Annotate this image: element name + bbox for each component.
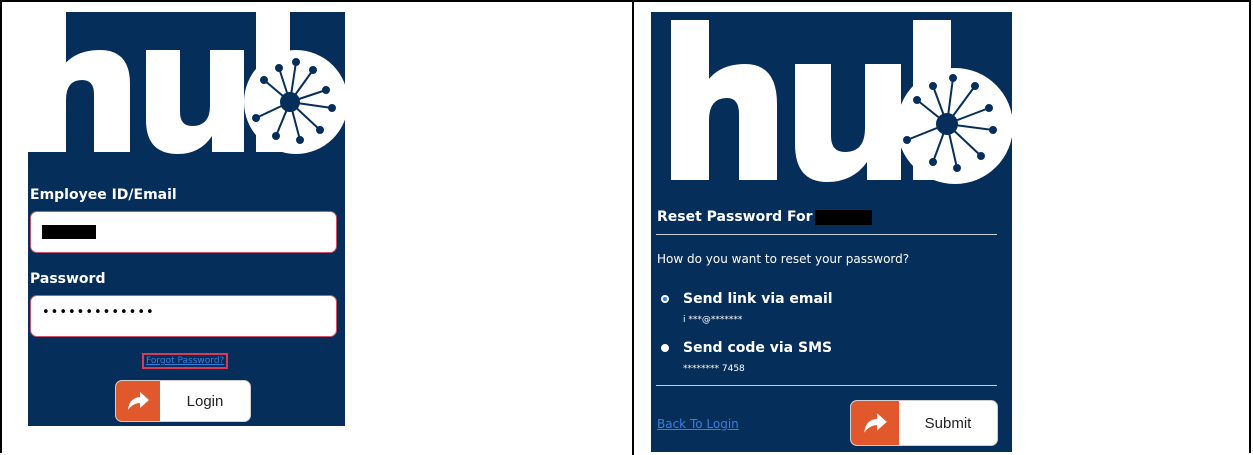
panel-divider (632, 0, 634, 455)
login-panel: Employee ID/Email Password •••••••••••••… (28, 12, 345, 426)
password-label: Password (30, 271, 106, 287)
employee-id-label: Employee ID/Email (30, 187, 177, 203)
radio-unselected-icon[interactable] (661, 344, 669, 352)
option-email-detail: i ***@******* (683, 315, 743, 325)
submit-button[interactable]: Submit (850, 400, 998, 446)
redacted-user (815, 210, 872, 225)
login-button[interactable]: Login (115, 380, 251, 422)
back-to-login-link[interactable]: Back To Login (657, 417, 739, 431)
reset-password-panel: Reset Password For : How do you want to … (651, 12, 1012, 452)
hub-logo-icon (28, 12, 345, 154)
hub-logo-icon (671, 20, 1012, 184)
option-email-label[interactable]: Send link via email (683, 291, 833, 307)
forgot-password-link[interactable]: Forgot Password? (142, 353, 229, 369)
password-value: ••••••••••••• (42, 305, 155, 320)
option-sms-label[interactable]: Send code via SMS (683, 340, 832, 356)
divider-bottom (656, 385, 997, 386)
divider-top (656, 234, 997, 235)
arrow-share-icon (851, 401, 899, 445)
redacted-value (42, 225, 96, 239)
password-input[interactable]: ••••••••••••• (30, 295, 337, 337)
option-sms-detail: ******** 7458 (683, 364, 745, 374)
arrow-share-icon (116, 381, 160, 421)
reset-title: Reset Password For : (657, 209, 824, 225)
submit-button-label: Submit (924, 414, 972, 432)
login-button-label: Login (186, 392, 224, 410)
employee-id-input[interactable] (30, 211, 337, 253)
radio-selected-icon[interactable] (661, 295, 669, 303)
reset-question: How do you want to reset your password? (657, 252, 910, 266)
